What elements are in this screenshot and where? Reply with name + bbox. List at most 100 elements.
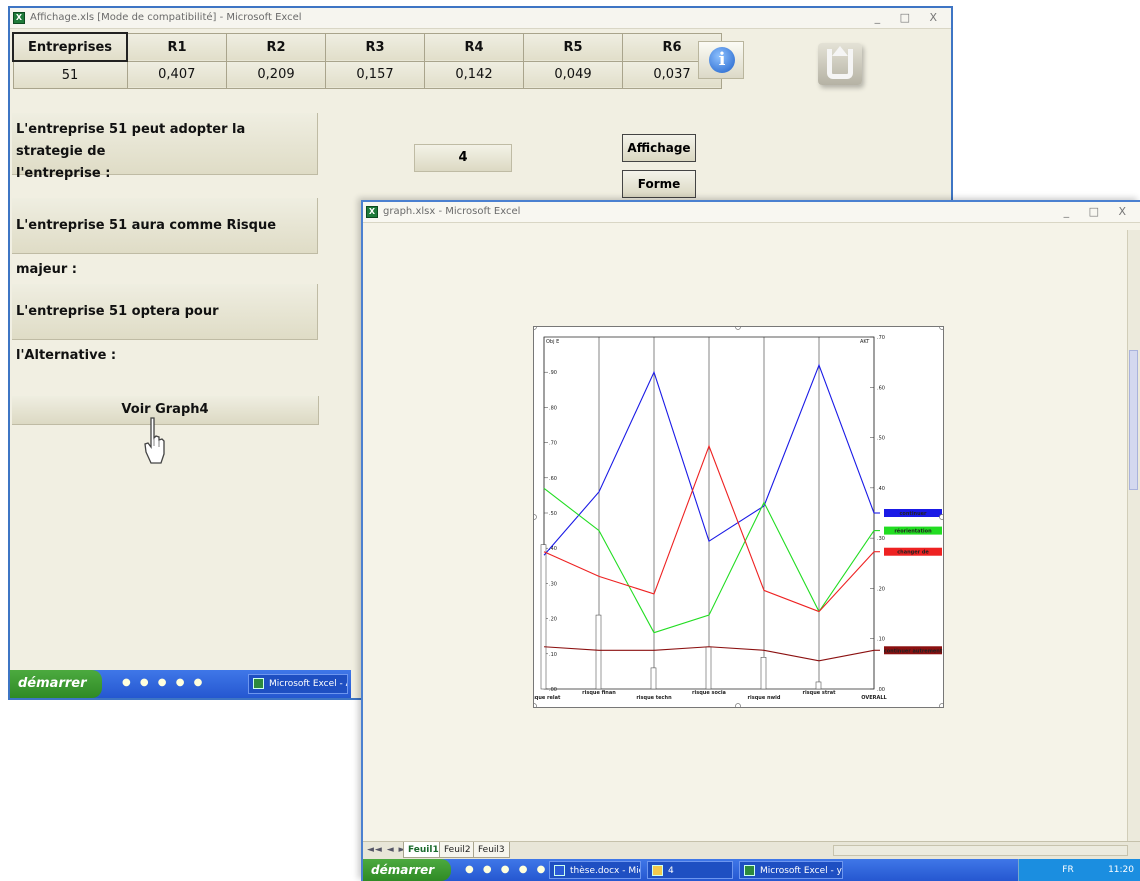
bar — [540, 544, 547, 690]
taskbar-item[interactable]: 4 — [647, 861, 733, 879]
left-tick-label: .60 — [549, 476, 557, 482]
category-label: OVERALL — [861, 695, 887, 701]
excel-icon — [744, 865, 755, 876]
resize-handle — [939, 514, 943, 520]
quick-launch-icons[interactable]: ● ● ● ● ● — [122, 677, 205, 688]
info-button[interactable]: i — [698, 41, 744, 79]
back-icon[interactable] — [818, 43, 862, 85]
right-axis-label: AKT — [860, 339, 870, 345]
sheet-tab[interactable]: Feuil1 — [403, 842, 444, 858]
title-bar: X graph.xlsx - Microsoft Excel _ □ X — [363, 202, 1140, 223]
excel-icon: X — [366, 206, 378, 218]
taskbar-item[interactable]: Microsoft Excel - yap... — [739, 861, 843, 879]
value-cell[interactable]: 0,157 — [325, 60, 425, 89]
hand-cursor-icon — [144, 417, 165, 464]
left-tick-label: .20 — [549, 617, 557, 623]
forme-button[interactable]: Forme — [622, 170, 696, 198]
category-label: risque nwid — [748, 695, 781, 701]
strategy-line2: l'entreprise : — [16, 166, 111, 181]
bar — [815, 681, 822, 690]
header-cell[interactable]: R4 — [424, 32, 524, 62]
left-tick-label: .50 — [549, 511, 557, 517]
bar — [650, 667, 657, 690]
quick-launch-icons[interactable]: ● ● ● ● ● — [465, 864, 548, 875]
legend-label: changer de — [897, 550, 929, 556]
header-cell[interactable]: R3 — [325, 32, 425, 62]
value-cell[interactable]: 0,209 — [226, 60, 326, 89]
scrollbar-thumb[interactable] — [1129, 350, 1138, 490]
left-axis-label: Obj E — [546, 339, 559, 345]
right-tick-label: .70 — [877, 335, 885, 341]
window-controls[interactable]: _ □ X — [1064, 202, 1134, 222]
right-tick-label: .40 — [877, 486, 885, 492]
right-tick-label: .20 — [877, 586, 885, 592]
resize-handle — [534, 327, 537, 330]
taskbar-item-label: 4 — [668, 866, 674, 876]
start-button[interactable]: démarrer — [363, 859, 451, 881]
right-tick-label: .60 — [877, 385, 885, 391]
category-label: risque relat — [534, 695, 561, 701]
strategy-panel: L'entreprise 51 peut adopter la strategi… — [12, 113, 318, 181]
taskbar-item[interactable]: thèse.docx - Microso... — [549, 861, 641, 879]
resize-handle — [939, 703, 943, 707]
category-label: risque finan — [582, 690, 616, 696]
clock: 11:20 — [1108, 865, 1134, 875]
header-cell[interactable]: Entreprises — [12, 32, 128, 62]
vertical-scrollbar[interactable] — [1127, 230, 1140, 842]
graph-window: X graph.xlsx - Microsoft Excel _ □ X .00… — [361, 200, 1140, 881]
category-label: risque techn — [636, 695, 672, 701]
sheet-tab[interactable]: Feuil2 — [439, 842, 476, 858]
info-icon: i — [709, 47, 735, 73]
taskbar-item-label: Microsoft Excel - yap... — [760, 866, 842, 876]
left-tick-label: .10 — [549, 652, 557, 658]
taskbar-item-label: thèse.docx - Microso... — [570, 866, 640, 876]
bar — [595, 614, 602, 690]
left-tick-label: .30 — [549, 581, 557, 587]
taskbar-item-label: Microsoft Excel - Affic... — [269, 679, 347, 689]
value-cell[interactable]: 51 — [12, 60, 128, 89]
legend-label: réorientation — [894, 528, 932, 535]
header-cell[interactable]: R2 — [226, 32, 326, 62]
resize-handle — [939, 327, 943, 330]
excel-icon: X — [13, 12, 25, 24]
resize-handle — [735, 327, 741, 330]
sheet-tab[interactable]: Feuil3 — [473, 842, 510, 858]
value-cell[interactable]: 0,049 — [523, 60, 623, 89]
taskbar-item[interactable]: Microsoft Excel - Affic... — [248, 674, 348, 694]
start-label: démarrer — [18, 676, 87, 691]
horizontal-scrollbar[interactable] — [833, 845, 1128, 856]
system-tray: FR 11:20 — [1018, 859, 1140, 881]
results-table: Entreprises R1 R2 R3 R4 R5 R6 51 0,407 0… — [12, 32, 722, 89]
header-cell[interactable]: R5 — [523, 32, 623, 62]
category-label: risque strat — [802, 690, 836, 696]
resize-handle — [534, 514, 537, 520]
strategy-line1: L'entreprise 51 peut adopter la strategi… — [16, 122, 246, 159]
bar — [760, 657, 767, 690]
back-icon-arrow — [832, 46, 848, 56]
taskbar: démarrer ● ● ● ● ● Microsoft Excel - Aff… — [10, 670, 351, 698]
strategy-value: 4 — [414, 144, 512, 172]
start-label: démarrer — [371, 863, 435, 877]
value-cell[interactable]: 0,142 — [424, 60, 524, 89]
resize-handle — [534, 703, 537, 707]
alternative-panel: L'entreprise 51 optera pour l'Alternativ… — [12, 284, 318, 363]
header-cell[interactable]: R1 — [126, 32, 227, 62]
title-bar: X Affichage.xls [Mode de compatibilité] … — [10, 8, 951, 29]
left-tick-label: .00 — [549, 687, 557, 693]
left-tick-label: .90 — [549, 370, 557, 376]
affichage-button[interactable]: Affichage — [622, 134, 696, 162]
language-indicator[interactable]: FR — [1062, 865, 1073, 875]
right-tick-label: .10 — [877, 637, 885, 643]
window-title: Affichage.xls [Mode de compatibilité] - … — [30, 12, 302, 23]
value-cell[interactable]: 0,407 — [126, 60, 227, 89]
chart-area[interactable]: .00 .10 .20 .30 .40 .50 .60 .70 .80 .90 .00 .10 .20.… — [533, 326, 944, 708]
start-button[interactable]: démarrer — [10, 670, 102, 698]
sheet-tab-bar: ◄◄ ◄ ► ►► Feuil1 Feuil2 Feuil3 — [363, 841, 1140, 859]
window-controls[interactable]: _ □ X — [875, 8, 945, 28]
left-tick-label: .80 — [549, 405, 557, 411]
left-tick-label: .40 — [549, 546, 557, 552]
chart-svg: .00 .10 .20 .30 .40 .50 .60 .70 .80 .90 .00 .10 .20.… — [534, 327, 943, 707]
resize-handle — [735, 703, 741, 707]
left-tick-label: .70 — [549, 441, 557, 447]
risk-panel: L'entreprise 51 aura comme Risque majeur… — [12, 198, 318, 277]
